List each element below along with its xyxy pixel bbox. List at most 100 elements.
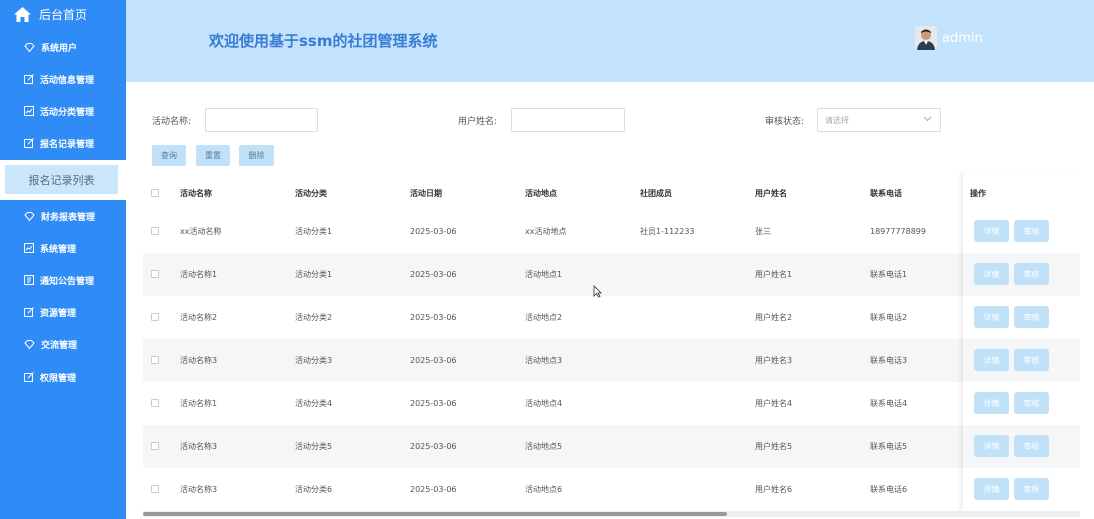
operations-column: 详情 审核 详情 审核 详情 审核 详情 审核 详情 审核 详情 审核 详情 审…: [963, 172, 1080, 512]
filter-bar: 活动名称: 用户姓名: 审核状态: 请选择 查询 重置 删除: [126, 82, 1094, 172]
table-cell: 活动地点5: [525, 442, 563, 451]
review-button[interactable]: 审核: [1014, 220, 1049, 242]
sidebar-item-resource[interactable]: 资源管理: [0, 300, 126, 324]
edit-icon: [24, 74, 34, 84]
sidebar-item-activity-info[interactable]: 活动信息管理: [0, 67, 126, 91]
status-select[interactable]: 请选择: [817, 108, 941, 132]
chevron-down-icon: [923, 116, 932, 122]
detail-button[interactable]: 详情: [974, 435, 1009, 457]
review-button[interactable]: 审核: [1014, 435, 1049, 457]
user-name-input[interactable]: [511, 108, 625, 132]
table-row: 活动名称1 活动分类4 2025-03-06 活动地点4 用户姓名4 联系电话4: [143, 382, 1080, 425]
sidebar-subitem-registration-list[interactable]: 报名记录列表: [5, 165, 118, 194]
username: admin: [942, 30, 983, 46]
sidebar-item-permission[interactable]: 权限管理: [0, 365, 126, 389]
table-cell: 2025-03-06: [410, 313, 457, 322]
column-header: 社团成员: [640, 189, 672, 198]
table-cell: 活动分类4: [295, 399, 333, 408]
avatar: [915, 26, 937, 50]
sidebar-item-notice[interactable]: 通知公告管理: [0, 268, 126, 292]
reset-button[interactable]: 重置: [196, 145, 230, 166]
table-row: 活动名称3 活动分类5 2025-03-06 活动地点5 用户姓名5 联系电话5: [143, 425, 1080, 468]
review-button[interactable]: 审核: [1014, 349, 1049, 371]
sidebar-item-label: 系统管理: [40, 244, 77, 255]
table-cell: 活动地点6: [525, 485, 563, 494]
sidebar-item-system-users[interactable]: 系统用户: [0, 35, 126, 59]
sidebar-home-label: 后台首页: [39, 7, 88, 22]
table-cell: 活动分类1: [295, 227, 333, 236]
table-header-row: 活动名称 活动分类 活动日期 活动地点 社团成员 用户姓名 联系电话 操作: [143, 172, 1080, 215]
table-row: xx活动名称 活动分类1 2025-03-06 xx活动地点 社员1-11223…: [143, 210, 1080, 253]
status-placeholder: 请选择: [825, 115, 849, 125]
table-cell: 用户姓名4: [755, 399, 793, 408]
table-cell: 张三: [755, 227, 771, 236]
sidebar-item-label: 活动信息管理: [40, 75, 95, 86]
row-checkbox[interactable]: [151, 442, 159, 450]
sidebar-item-activity-category[interactable]: 活动分类管理: [0, 99, 126, 123]
select-all-checkbox[interactable]: [151, 189, 159, 197]
detail-button[interactable]: 详情: [974, 263, 1009, 285]
sidebar-home[interactable]: 后台首页: [0, 0, 126, 28]
table-cell: 活动分类2: [295, 313, 333, 322]
row-checkbox[interactable]: [151, 270, 159, 278]
table-cell: 活动地点2: [525, 313, 563, 322]
table-cell: 活动名称2: [180, 313, 218, 322]
chart-icon: [24, 243, 34, 253]
row-checkbox[interactable]: [151, 313, 159, 321]
query-button[interactable]: 查询: [152, 145, 186, 166]
table-cell: xx活动名称: [180, 227, 222, 236]
header: 欢迎使用基于ssm的社团管理系统 admin: [126, 0, 1094, 82]
column-header: 联系电话: [870, 189, 902, 198]
table-cell: 18977778899: [870, 227, 926, 236]
review-button[interactable]: 审核: [1014, 263, 1049, 285]
user-menu[interactable]: admin: [915, 26, 983, 50]
row-checkbox[interactable]: [151, 399, 159, 407]
table-cell: 用户姓名2: [755, 313, 793, 322]
sidebar-item-label: 财务报表管理: [41, 212, 96, 223]
edit-icon: [24, 138, 34, 148]
sidebar-item-label: 活动分类管理: [40, 107, 95, 118]
sidebar-item-registration[interactable]: 报名记录管理: [0, 131, 126, 155]
table-cell: 用户姓名1: [755, 270, 793, 279]
table-cell: 用户姓名6: [755, 485, 793, 494]
row-checkbox[interactable]: [151, 227, 159, 235]
sidebar-item-label: 报名记录管理: [40, 139, 95, 150]
table-cell: 活动名称3: [180, 485, 218, 494]
sidebar-item-label: 系统用户: [41, 43, 78, 54]
detail-button[interactable]: 详情: [974, 349, 1009, 371]
sidebar-item-communication[interactable]: 交流管理: [0, 332, 126, 356]
user-name-label: 用户姓名:: [458, 117, 498, 127]
row-checkbox[interactable]: [151, 485, 159, 493]
sidebar-item-label: 通知公告管理: [40, 276, 95, 287]
diamond-icon: [24, 211, 35, 221]
table-cell: 活动地点3: [525, 356, 563, 365]
sidebar-item-system[interactable]: 系统管理: [0, 236, 126, 260]
status-label: 审核状态:: [765, 117, 805, 127]
row-checkbox[interactable]: [151, 356, 159, 364]
diamond-icon: [24, 339, 35, 349]
table-cell: 活动地点4: [525, 399, 563, 408]
activity-name-input[interactable]: [205, 108, 318, 132]
review-button[interactable]: 审核: [1014, 392, 1049, 414]
review-button[interactable]: 审核: [1014, 306, 1049, 328]
table-cell: xx活动地点: [525, 227, 567, 236]
table-cell: 联系电话2: [870, 313, 908, 322]
detail-button[interactable]: 详情: [974, 220, 1009, 242]
sidebar-item-finance[interactable]: 财务报表管理: [0, 204, 126, 228]
detail-button[interactable]: 详情: [974, 306, 1009, 328]
horizontal-scrollbar[interactable]: [143, 512, 727, 516]
detail-button[interactable]: 详情: [974, 478, 1009, 500]
column-header: 活动分类: [295, 189, 327, 198]
table-cell: 2025-03-06: [410, 356, 457, 365]
table-cell: 联系电话4: [870, 399, 908, 408]
review-button[interactable]: 审核: [1014, 478, 1049, 500]
table-cell: 2025-03-06: [410, 399, 457, 408]
column-header: 用户姓名: [755, 189, 787, 198]
edit-icon: [24, 307, 34, 317]
table-cell: 联系电话1: [870, 270, 908, 279]
table-cell: 活动名称1: [180, 270, 218, 279]
detail-button[interactable]: 详情: [974, 392, 1009, 414]
delete-button[interactable]: 删除: [239, 145, 274, 166]
table-cell: 2025-03-06: [410, 227, 457, 236]
table-cell: 用户姓名5: [755, 442, 793, 451]
